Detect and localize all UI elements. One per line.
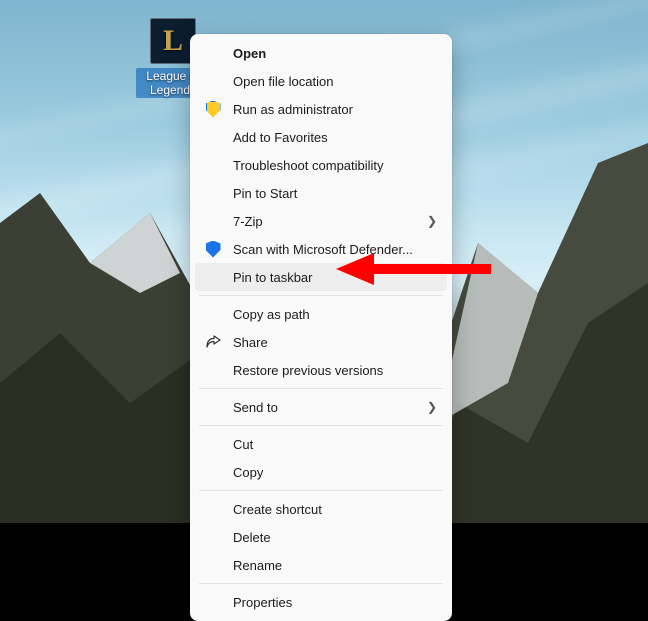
menu-open[interactable]: Open xyxy=(195,39,447,67)
menu-share[interactable]: Share xyxy=(195,328,447,356)
separator xyxy=(199,388,443,389)
menu-delete[interactable]: Delete xyxy=(195,523,447,551)
separator xyxy=(199,583,443,584)
menu-copy-as-path[interactable]: Copy as path xyxy=(195,300,447,328)
menu-pin-to-taskbar[interactable]: Pin to taskbar xyxy=(195,263,447,291)
menu-cut[interactable]: Cut xyxy=(195,430,447,458)
separator xyxy=(199,295,443,296)
chevron-right-icon: ❯ xyxy=(427,214,437,228)
menu-run-as-admin[interactable]: Run as administrator xyxy=(195,95,447,123)
menu-restore-versions[interactable]: Restore previous versions xyxy=(195,356,447,384)
shield-admin-icon xyxy=(206,101,221,118)
menu-defender-scan[interactable]: Scan with Microsoft Defender... xyxy=(195,235,447,263)
separator xyxy=(199,425,443,426)
menu-rename[interactable]: Rename xyxy=(195,551,447,579)
menu-properties[interactable]: Properties xyxy=(195,588,447,616)
menu-create-shortcut[interactable]: Create shortcut xyxy=(195,495,447,523)
share-icon xyxy=(205,335,221,349)
menu-7zip[interactable]: 7-Zip❯ xyxy=(195,207,447,235)
menu-copy[interactable]: Copy xyxy=(195,458,447,486)
shield-defender-icon xyxy=(206,241,221,258)
mountain-right xyxy=(418,143,648,523)
menu-send-to[interactable]: Send to❯ xyxy=(195,393,447,421)
context-menu: Open Open file location Run as administr… xyxy=(190,34,452,621)
chevron-right-icon: ❯ xyxy=(427,400,437,414)
separator xyxy=(199,490,443,491)
menu-add-favorites[interactable]: Add to Favorites xyxy=(195,123,447,151)
menu-open-file-location[interactable]: Open file location xyxy=(195,67,447,95)
menu-pin-to-start[interactable]: Pin to Start xyxy=(195,179,447,207)
menu-troubleshoot[interactable]: Troubleshoot compatibility xyxy=(195,151,447,179)
